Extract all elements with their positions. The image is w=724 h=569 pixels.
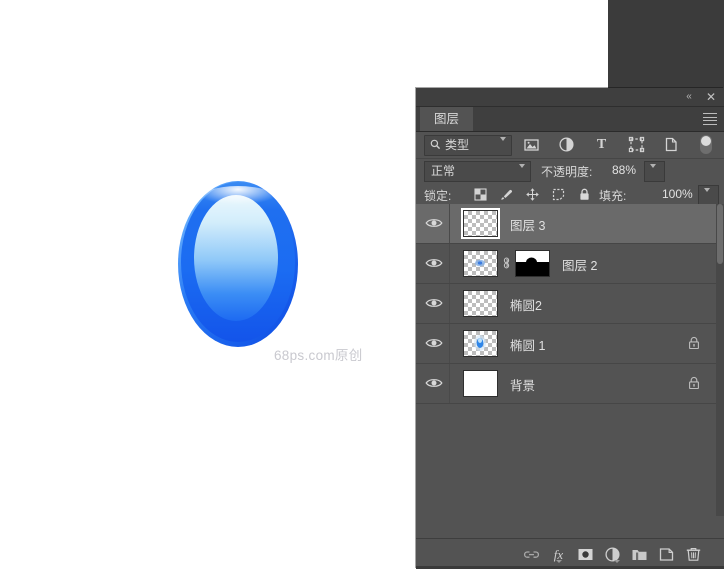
filter-pixel-icon[interactable] [523, 136, 540, 153]
divider [449, 204, 450, 243]
add-layer-mask-button[interactable] [577, 546, 594, 563]
layer-list: 图层 3 图层 2 椭圆2 椭圆 1 背景 [416, 204, 716, 516]
panel-bottom-toolbar: fx [416, 538, 724, 569]
lock-artboard-nesting-icon[interactable] [551, 187, 566, 202]
lock-transparent-pixels-icon[interactable] [473, 187, 488, 202]
panel-titlebar: « ✕ [416, 88, 724, 107]
scrollbar-thumb[interactable] [717, 204, 723, 264]
filter-kind-label: 类型 [445, 138, 470, 152]
layer-visibility-toggle[interactable] [425, 296, 443, 310]
blend-mode-select[interactable]: 正常 [424, 161, 531, 182]
layer-name[interactable]: 椭圆2 [510, 295, 542, 314]
filter-adjustment-icon[interactable] [558, 136, 575, 153]
layer-row-3[interactable]: 椭圆 1 [416, 324, 716, 364]
watermark-text: 68ps.com原创 [274, 348, 363, 363]
mask-link-icon[interactable] [502, 257, 511, 269]
layer-row-0[interactable]: 图层 3 [416, 204, 716, 244]
layer-visibility-toggle[interactable] [425, 376, 443, 390]
delete-layer-button[interactable] [685, 546, 702, 563]
opacity-label: 不透明度: [541, 165, 593, 179]
layer-thumbnail[interactable] [463, 370, 498, 397]
layer-lock-icon [688, 376, 700, 390]
layers-panel: « ✕ 图层 类型 T 正常 不透明度: 88% 锁定: 填充: 100% 图层… [416, 88, 724, 569]
lock-label: 锁定: [424, 189, 452, 203]
filter-type-icon[interactable]: T [593, 136, 610, 153]
layer-visibility-toggle[interactable] [425, 336, 443, 350]
opacity-stepper[interactable] [644, 161, 665, 182]
new-layer-button[interactable] [658, 546, 675, 563]
artwork-blue-ellipse [176, 176, 301, 348]
divider [449, 244, 450, 283]
layer-row-2[interactable]: 椭圆2 [416, 284, 716, 324]
filter-kind-select[interactable]: 类型 [424, 135, 512, 156]
layer-mask-thumbnail[interactable] [515, 250, 550, 277]
thumbnail-artwork [464, 251, 497, 276]
filter-smartobject-icon[interactable] [663, 136, 680, 153]
layer-list-scrollbar[interactable] [716, 204, 724, 516]
divider [449, 324, 450, 363]
fill-label: 填充: [599, 189, 627, 203]
blend-opacity-row: 正常 不透明度: 88% [416, 159, 724, 183]
layer-style-caret-icon [556, 560, 562, 563]
fill-value[interactable]: 100% [659, 186, 696, 202]
layer-filter-row: 类型 T [416, 132, 724, 159]
thumbnail-artwork [464, 331, 497, 356]
layer-thumbnail[interactable] [463, 330, 498, 357]
layer-lock-icon [688, 336, 700, 350]
layer-thumbnail[interactable] [463, 250, 498, 277]
lock-position-icon[interactable] [525, 187, 540, 202]
layer-visibility-toggle[interactable] [425, 256, 443, 270]
lock-image-pixels-icon[interactable] [499, 187, 514, 202]
panel-tabbar: 图层 [416, 107, 724, 132]
filter-enable-toggle[interactable] [700, 135, 712, 154]
close-panel-icon[interactable]: ✕ [704, 90, 718, 104]
panel-menu-icon[interactable] [703, 113, 717, 125]
new-group-button[interactable] [631, 546, 648, 563]
layer-name[interactable]: 图层 3 [510, 215, 545, 234]
blend-mode-value: 正常 [431, 164, 456, 178]
magnifier-icon [430, 139, 441, 150]
collapse-panel-icon[interactable]: « [682, 91, 696, 103]
divider [449, 364, 450, 403]
divider [449, 284, 450, 323]
layer-name[interactable]: 图层 2 [562, 255, 597, 274]
layer-visibility-toggle[interactable] [425, 216, 443, 230]
layer-name[interactable]: 椭圆 1 [510, 335, 545, 354]
layer-row-1[interactable]: 图层 2 [416, 244, 716, 284]
tab-layers[interactable]: 图层 [420, 107, 474, 131]
link-layers-button[interactable] [523, 546, 540, 563]
layer-row-4[interactable]: 背景 [416, 364, 716, 404]
chevron-down-icon [519, 164, 525, 182]
layer-name[interactable]: 背景 [510, 375, 535, 394]
fill-stepper[interactable] [698, 185, 719, 206]
adjustment-caret-icon [614, 560, 620, 563]
lock-all-icon[interactable] [577, 187, 592, 202]
filter-shape-icon[interactable] [628, 136, 645, 153]
chevron-down-icon [500, 137, 506, 155]
workspace-backdrop [608, 0, 724, 88]
layer-thumbnail[interactable] [463, 290, 498, 317]
layer-thumbnail[interactable] [461, 208, 500, 239]
opacity-value[interactable]: 88% [609, 162, 639, 178]
